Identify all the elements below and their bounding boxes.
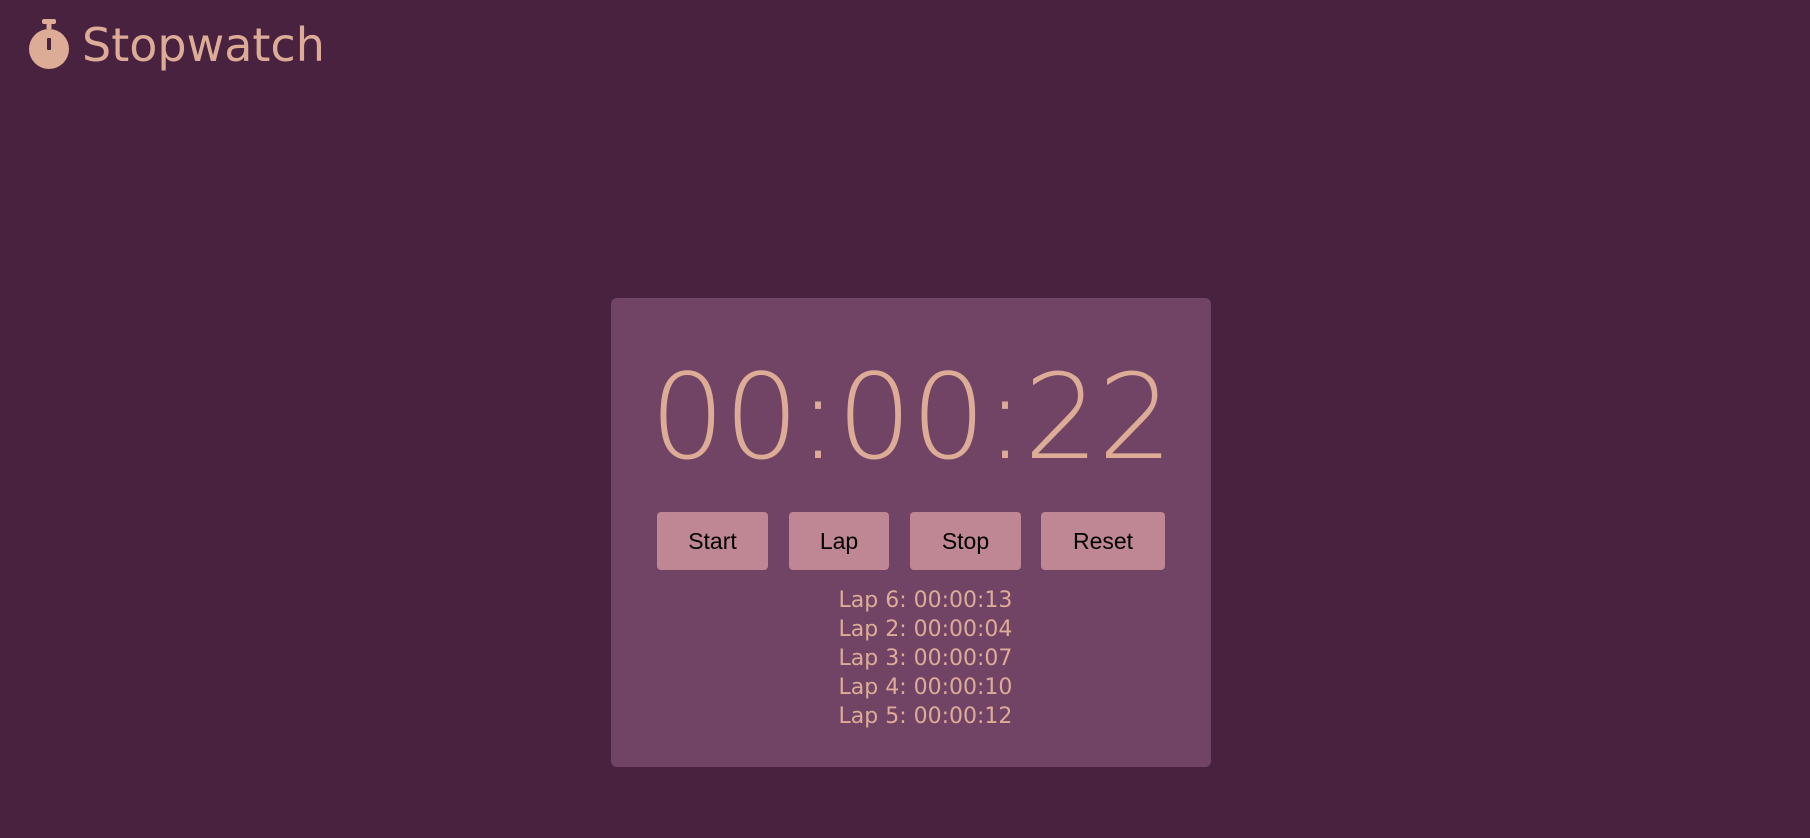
lap-item: Lap 3: 00:00:07 (838, 646, 1013, 671)
lap-item: Lap 5: 00:00:12 (838, 704, 1013, 729)
lap-button[interactable]: Lap (789, 512, 889, 570)
stopwatch-card: 00:00:22 Start Lap Stop Reset Lap 6: 00:… (611, 298, 1211, 767)
stop-button[interactable]: Stop (910, 512, 1021, 570)
lap-list: Lap 6: 00:00:13 Lap 2: 00:00:04 Lap 3: 0… (611, 586, 1211, 731)
lap-item: Lap 2: 00:00:04 (838, 617, 1013, 642)
lap-item: Lap 4: 00:00:10 (838, 675, 1013, 700)
app-title: Stopwatch (82, 18, 325, 72)
reset-button[interactable]: Reset (1041, 512, 1165, 570)
time-display: 00:00:22 (650, 348, 1173, 486)
lap-item: Lap 6: 00:00:13 (838, 588, 1013, 613)
stopwatch-icon (29, 19, 69, 69)
start-button[interactable]: Start (657, 512, 768, 570)
app-header: Stopwatch (28, 14, 325, 74)
controls-row: Start Lap Stop Reset (611, 512, 1211, 570)
